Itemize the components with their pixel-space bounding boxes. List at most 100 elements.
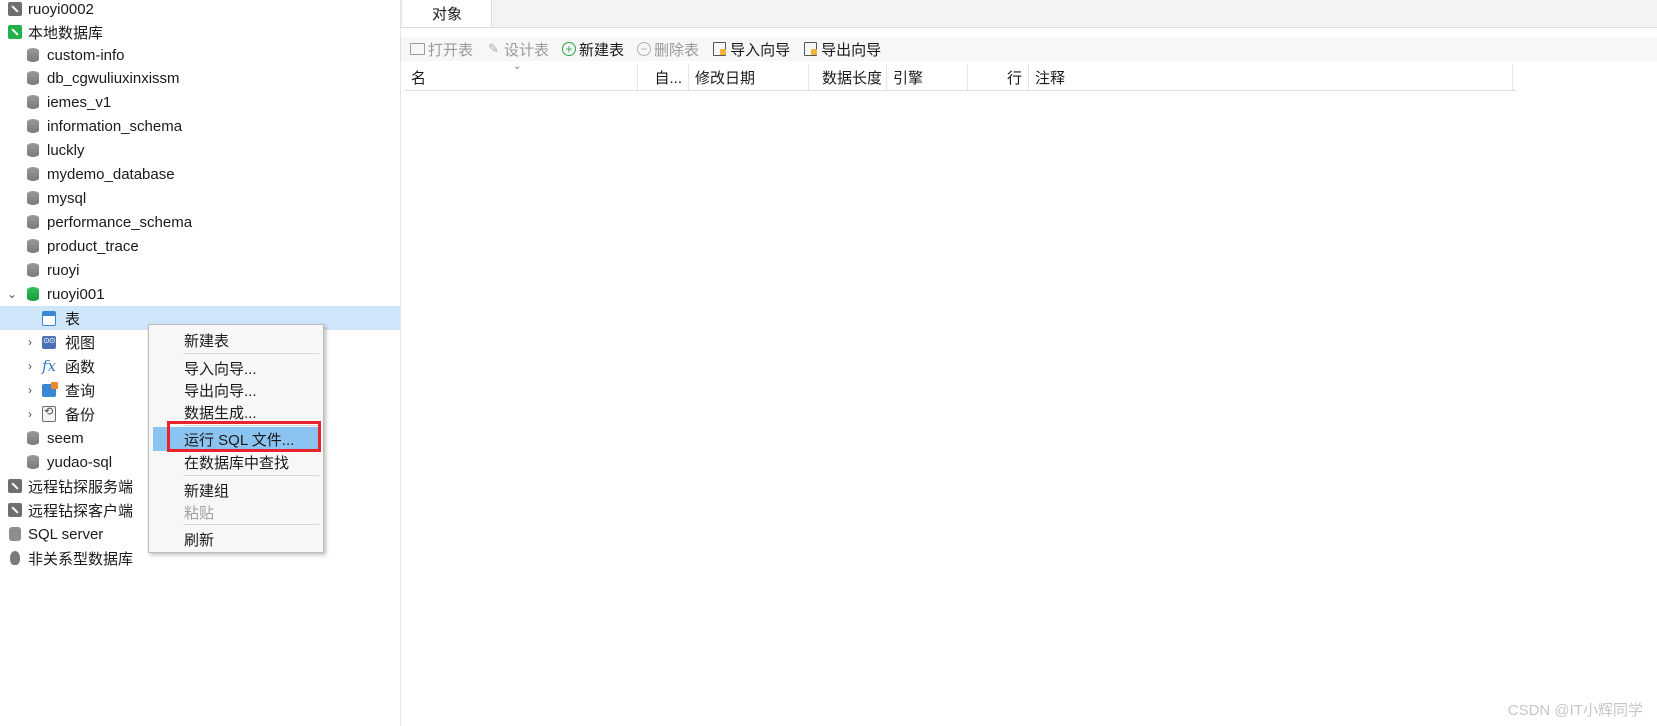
button-label: 新建表 bbox=[579, 41, 625, 59]
tree-database-item[interactable]: custom-info bbox=[0, 43, 400, 67]
database-icon bbox=[26, 262, 40, 278]
tree-database-item[interactable]: luckly bbox=[0, 138, 400, 162]
tree-label: luckly bbox=[47, 141, 85, 159]
menu-item-export-wizard[interactable]: 导出向导... bbox=[149, 379, 323, 401]
column-label: 注释 bbox=[1035, 69, 1066, 87]
column-header-name[interactable]: 名 ⌄ bbox=[405, 61, 638, 90]
delete-table-button[interactable]: − 删除表 bbox=[637, 39, 699, 60]
menu-label: 数据生成... bbox=[184, 404, 257, 422]
import-wizard-button[interactable]: 导入向导 bbox=[712, 39, 790, 60]
menu-item-new-table[interactable]: 新建表 bbox=[149, 329, 323, 351]
database-icon bbox=[26, 118, 40, 134]
open-table-button[interactable]: 打开表 bbox=[410, 39, 473, 60]
button-label: 导入向导 bbox=[730, 41, 791, 59]
tree-label: ruoyi bbox=[47, 261, 80, 279]
tree-database-item[interactable]: product_trace bbox=[0, 234, 400, 258]
pencil-icon: ✎ bbox=[488, 41, 499, 56]
menu-separator bbox=[183, 475, 319, 476]
database-icon bbox=[26, 166, 40, 182]
tab-bar: 对象 bbox=[401, 0, 1657, 28]
tree-database-item[interactable]: mydemo_database bbox=[0, 162, 400, 186]
column-header-data-length[interactable]: 数据长度 bbox=[809, 64, 887, 90]
database-icon bbox=[26, 286, 40, 302]
button-label: 打开表 bbox=[428, 41, 474, 59]
tree-label: db_cgwuliuxinxissm bbox=[47, 69, 180, 87]
tree-label: SQL server bbox=[28, 525, 104, 543]
tree-label: performance_schema bbox=[47, 213, 193, 231]
database-icon bbox=[26, 94, 40, 110]
column-header-comment[interactable]: 注释 bbox=[1029, 64, 1513, 90]
database-icon bbox=[26, 190, 40, 206]
tree-label: ruoyi0002 bbox=[28, 0, 94, 18]
tree-label: ruoyi001 bbox=[47, 285, 105, 303]
backup-icon bbox=[42, 405, 56, 422]
tree-connection-ruoyi0002[interactable]: ruoyi0002 bbox=[0, 0, 400, 21]
chevron-right-icon[interactable]: › bbox=[23, 383, 37, 397]
menu-item-import-wizard[interactable]: 导入向导... bbox=[149, 357, 323, 379]
menu-item-data-generation[interactable]: 数据生成... bbox=[149, 401, 323, 423]
tree-label: 远程钻探客户端 bbox=[28, 502, 134, 520]
tree-label: 视图 bbox=[65, 334, 96, 352]
tree-label: 备份 bbox=[65, 406, 96, 424]
database-icon bbox=[26, 70, 40, 86]
connection-icon bbox=[8, 502, 22, 518]
tree-database-item[interactable]: ruoyi bbox=[0, 258, 400, 282]
tree-label: yudao-sql bbox=[47, 453, 113, 471]
tree-database-item[interactable]: information_schema bbox=[0, 114, 400, 138]
button-label: 导出向导 bbox=[821, 41, 882, 59]
context-menu: 新建表 导入向导... 导出向导... 数据生成... 运行 SQL 文件...… bbox=[148, 324, 324, 553]
column-header-rows[interactable]: 行 bbox=[968, 64, 1029, 90]
object-list-header: 名 ⌄ 自... 修改日期 数据长度 引擎 行 注释 bbox=[405, 61, 1517, 91]
menu-item-new-group[interactable]: 新建组 bbox=[149, 479, 323, 501]
tree-label: iemes_v1 bbox=[47, 93, 112, 111]
column-header-engine[interactable]: 引擎 bbox=[887, 64, 968, 90]
chevron-right-icon[interactable]: › bbox=[23, 407, 37, 421]
plus-circle-icon: + bbox=[562, 42, 577, 56]
tree-label: seem bbox=[47, 429, 84, 447]
chevron-right-icon[interactable]: › bbox=[23, 359, 37, 373]
tree-database-item[interactable]: db_cgwuliuxinxissm bbox=[0, 66, 400, 90]
menu-label: 运行 SQL 文件... bbox=[184, 431, 295, 449]
chevron-down-icon[interactable]: ⌄ bbox=[5, 287, 19, 301]
tree-label: 远程钻探服务端 bbox=[28, 478, 134, 496]
tree-label: information_schema bbox=[47, 117, 183, 135]
menu-separator bbox=[183, 353, 319, 354]
tree-database-item[interactable]: performance_schema bbox=[0, 210, 400, 234]
menu-item-run-sql-file[interactable]: 运行 SQL 文件... bbox=[153, 427, 319, 451]
column-label: 修改日期 bbox=[695, 69, 756, 87]
tree-label: mysql bbox=[47, 189, 87, 207]
connection-icon bbox=[8, 1, 22, 17]
menu-label: 粘贴 bbox=[184, 504, 215, 522]
tree-connection-local[interactable]: 本地数据库 bbox=[0, 20, 400, 44]
query-icon bbox=[42, 381, 58, 398]
import-icon bbox=[712, 42, 727, 56]
tree-database-item[interactable]: mysql bbox=[0, 186, 400, 210]
export-wizard-button[interactable]: 导出向导 bbox=[803, 39, 881, 60]
chevron-right-icon[interactable]: › bbox=[23, 335, 37, 349]
column-header-auto[interactable]: 自... bbox=[638, 64, 689, 90]
database-icon bbox=[26, 214, 40, 230]
mongodb-icon bbox=[8, 550, 22, 566]
tree-label: mydemo_database bbox=[47, 165, 175, 183]
tree-database-open[interactable]: ⌄ ruoyi001 bbox=[0, 282, 400, 306]
menu-item-refresh[interactable]: 刷新 bbox=[149, 528, 323, 550]
tree-database-item[interactable]: iemes_v1 bbox=[0, 90, 400, 114]
menu-label: 在数据库中查找 bbox=[184, 454, 290, 472]
column-header-modified-date[interactable]: 修改日期 bbox=[689, 64, 809, 90]
watermark: CSDN @IT小辉同学 bbox=[1507, 702, 1643, 719]
menu-item-find-in-database[interactable]: 在数据库中查找 bbox=[149, 451, 323, 473]
menu-label: 刷新 bbox=[184, 531, 215, 549]
column-label: 行 bbox=[1006, 69, 1022, 87]
column-label: 自... bbox=[654, 69, 682, 87]
table-icon bbox=[42, 310, 56, 326]
tab-objects[interactable]: 对象 bbox=[403, 0, 492, 27]
new-table-button[interactable]: + 新建表 bbox=[562, 39, 624, 60]
button-label: 设计表 bbox=[504, 41, 550, 59]
object-toolbar: 打开表 ✎ 设计表 + 新建表 − 删除表 导入向导 导出向导 bbox=[401, 37, 1657, 61]
menu-item-paste[interactable]: 粘贴 bbox=[149, 501, 323, 523]
view-icon bbox=[42, 334, 56, 350]
button-label: 删除表 bbox=[654, 41, 700, 59]
menu-label: 导出向导... bbox=[184, 382, 257, 400]
design-table-button[interactable]: ✎ 设计表 bbox=[486, 39, 549, 60]
column-label: 引擎 bbox=[893, 69, 924, 87]
